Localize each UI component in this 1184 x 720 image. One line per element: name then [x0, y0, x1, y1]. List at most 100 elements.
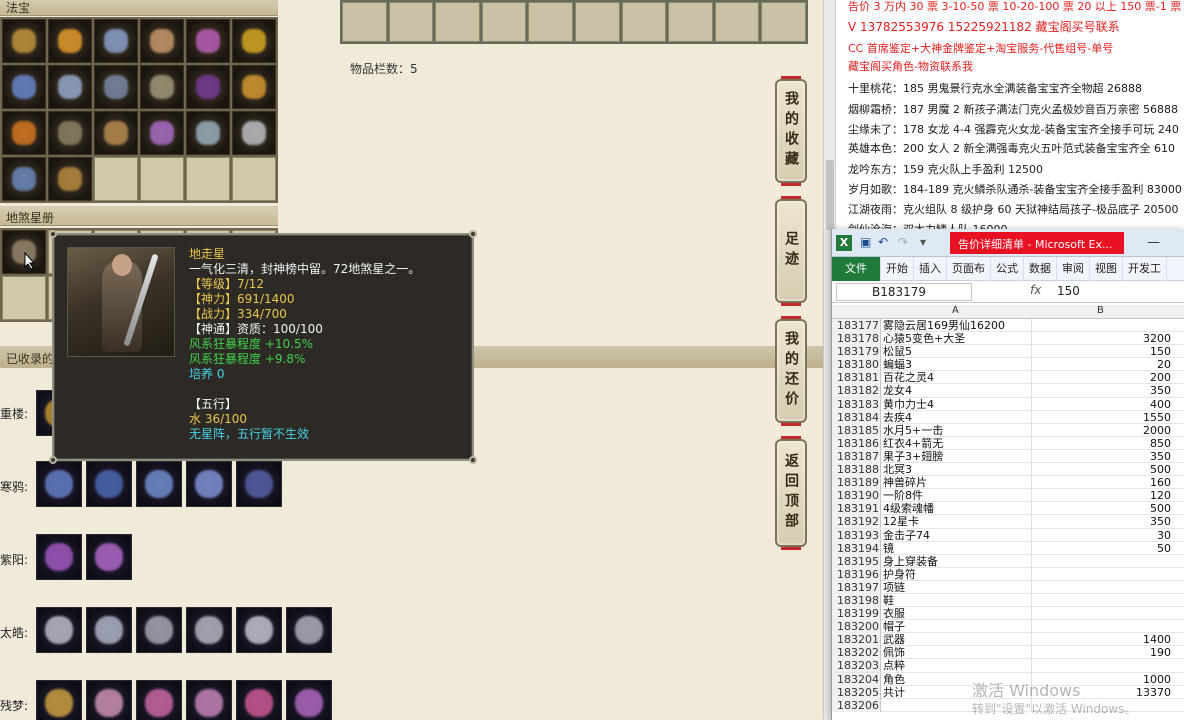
- cell-a[interactable]: 一阶8件: [883, 489, 1033, 502]
- tab-formulas[interactable]: 公式: [991, 256, 1024, 281]
- row-number[interactable]: 183205: [832, 685, 881, 699]
- collected-item[interactable]: [236, 461, 282, 507]
- row-number[interactable]: 183192: [832, 515, 881, 529]
- table-row[interactable]: 183191 4级索魂幡 500: [832, 502, 1184, 516]
- table-row[interactable]: 183180 蝙蝠3 20: [832, 358, 1184, 372]
- tab-file[interactable]: 文件: [832, 256, 881, 281]
- tab-developer[interactable]: 开发工: [1123, 256, 1167, 281]
- fabao-item[interactable]: [48, 19, 92, 63]
- fabao-item[interactable]: [186, 65, 230, 109]
- footprint-button[interactable]: 足迹: [775, 196, 807, 306]
- row-number[interactable]: 183197: [832, 580, 881, 594]
- fabao-item[interactable]: [2, 157, 46, 201]
- fabao-item[interactable]: [140, 65, 184, 109]
- row-number[interactable]: 183188: [832, 463, 881, 477]
- storage-slot[interactable]: [574, 2, 620, 42]
- cell-b[interactable]: 160: [1031, 476, 1171, 489]
- name-box[interactable]: B183179: [836, 283, 972, 301]
- fabao-item[interactable]: [94, 65, 138, 109]
- empty-slot[interactable]: [94, 157, 138, 201]
- row-number[interactable]: 183198: [832, 593, 881, 607]
- fabao-item[interactable]: [186, 19, 230, 63]
- storage-slot[interactable]: [528, 2, 573, 42]
- row-number[interactable]: 183180: [832, 358, 881, 372]
- collected-item[interactable]: [86, 607, 132, 653]
- row-number[interactable]: 183201: [832, 633, 881, 647]
- table-row[interactable]: 183194 镜 50: [832, 541, 1184, 555]
- tab-home[interactable]: 开始: [881, 256, 914, 281]
- row-number[interactable]: 183202: [832, 646, 881, 660]
- cell-b[interactable]: 1550: [1031, 411, 1171, 424]
- row-number[interactable]: 183177: [832, 319, 881, 332]
- undo-icon[interactable]: ↶: [878, 235, 888, 249]
- cell-a[interactable]: 武器: [883, 633, 1033, 646]
- cell-b[interactable]: 2000: [1031, 424, 1171, 437]
- row-number[interactable]: 183196: [832, 567, 881, 581]
- empty-slot[interactable]: [140, 157, 184, 201]
- collected-item[interactable]: [36, 461, 82, 507]
- row-number[interactable]: 183191: [832, 502, 881, 516]
- collected-item[interactable]: [186, 680, 232, 720]
- cell-b[interactable]: 350: [1031, 450, 1171, 463]
- row-number[interactable]: 183203: [832, 659, 881, 673]
- back-to-top-button[interactable]: 返回顶部: [775, 436, 807, 550]
- cell-a[interactable]: 12星卡: [883, 515, 1033, 528]
- cell-b[interactable]: 850: [1031, 437, 1171, 450]
- cell-a[interactable]: 项链: [883, 581, 1033, 594]
- fabao-item[interactable]: [48, 65, 92, 109]
- collected-item[interactable]: [86, 461, 132, 507]
- cell-b[interactable]: 400: [1031, 398, 1171, 411]
- empty-slot[interactable]: [186, 157, 230, 201]
- fabao-item[interactable]: [232, 65, 276, 109]
- table-row[interactable]: 183192 12星卡 350: [832, 515, 1184, 529]
- cell-b[interactable]: 3200: [1031, 332, 1171, 345]
- table-row[interactable]: 183198 鞋: [832, 593, 1184, 608]
- table-row[interactable]: 183196 护身符: [832, 567, 1184, 581]
- fabao-item[interactable]: [2, 65, 46, 109]
- table-row[interactable]: 183178 心猿5变色+大圣 3200: [832, 332, 1184, 346]
- my-offers-button[interactable]: 我的还价: [775, 316, 807, 426]
- row-number[interactable]: 183206: [832, 698, 881, 712]
- empty-slot[interactable]: [2, 276, 46, 320]
- storage-slot[interactable]: [435, 2, 480, 42]
- fx-icon[interactable]: fx: [1030, 283, 1041, 297]
- cell-a[interactable]: 佩饰: [883, 646, 1033, 659]
- collected-item[interactable]: [86, 534, 132, 580]
- table-row[interactable]: 183195 身上穿装备: [832, 554, 1184, 568]
- tab-review[interactable]: 审阅: [1057, 256, 1090, 281]
- cell-a[interactable]: 百花之灵4: [883, 371, 1033, 384]
- table-row[interactable]: 183201 武器 1400: [832, 633, 1184, 647]
- row-number[interactable]: 183189: [832, 476, 881, 490]
- cell-a[interactable]: 点粹: [883, 659, 1033, 672]
- fabao-item[interactable]: [232, 19, 276, 63]
- collected-item[interactable]: [286, 607, 332, 653]
- row-number[interactable]: 183178: [832, 332, 881, 346]
- storage-slot[interactable]: [481, 2, 527, 42]
- table-row[interactable]: 183184 去疾4 1550: [832, 410, 1184, 424]
- cell-a[interactable]: 护身符: [883, 568, 1033, 581]
- redo-icon[interactable]: ↷: [898, 235, 908, 249]
- quick-access-dropdown-icon[interactable]: ▾: [920, 235, 926, 249]
- cell-a[interactable]: 雾隐云居169男仙16200: [883, 319, 1033, 332]
- cell-a[interactable]: 神兽碎片: [883, 476, 1033, 489]
- column-header-b[interactable]: B: [1097, 305, 1104, 316]
- table-row[interactable]: 183190 一阶8件 120: [832, 489, 1184, 503]
- fabao-item[interactable]: [2, 111, 46, 155]
- cell-a[interactable]: 身上穿装备: [883, 555, 1033, 568]
- collected-item[interactable]: [86, 680, 132, 720]
- collected-item[interactable]: [286, 680, 332, 720]
- collected-item[interactable]: [36, 534, 82, 580]
- collected-item[interactable]: [236, 680, 282, 720]
- scroll-thumb[interactable]: [826, 160, 834, 230]
- cell-a[interactable]: 水月5+一击: [883, 424, 1033, 437]
- cell-b[interactable]: 200: [1031, 371, 1171, 384]
- fabao-item[interactable]: [2, 19, 46, 63]
- row-number[interactable]: 183200: [832, 620, 881, 634]
- fabao-item[interactable]: [186, 111, 230, 155]
- table-row[interactable]: 183197 项链: [832, 580, 1184, 594]
- cell-a[interactable]: 黄巾力士4: [883, 398, 1033, 411]
- fabao-item[interactable]: [140, 19, 184, 63]
- collected-item[interactable]: [36, 680, 82, 720]
- row-number[interactable]: 183182: [832, 384, 881, 398]
- row-number[interactable]: 183186: [832, 436, 881, 450]
